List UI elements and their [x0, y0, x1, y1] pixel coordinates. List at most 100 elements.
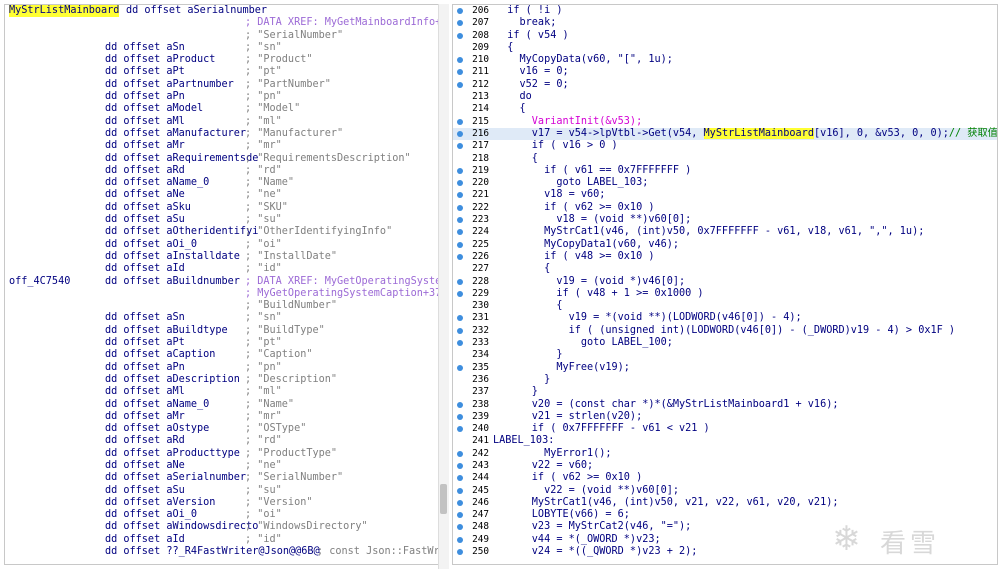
disasm-line[interactable]: dd offset aNe ; "ne"	[5, 460, 439, 472]
disasm-instruction[interactable]: dd offset aSerialnumber	[105, 472, 246, 484]
disasm-instruction[interactable]: dd offset aSn	[105, 312, 185, 324]
breakpoint-dot-icon[interactable]	[457, 278, 463, 285]
disasm-line[interactable]: dd offset aMr ; "mr"	[5, 140, 439, 152]
code-text[interactable]: v22 = v60;	[495, 460, 593, 472]
code-text[interactable]: MyCopyData(v60, "[", 1u);	[495, 54, 673, 66]
breakpoint-dot-icon[interactable]	[457, 81, 463, 88]
code-text[interactable]: }	[495, 386, 538, 398]
code-text[interactable]: v16 = 0;	[495, 66, 569, 78]
breakpoint-dot-icon[interactable]	[457, 32, 463, 39]
disasm-line[interactable]: dd offset aBuildtype ; "BuildType"	[5, 325, 439, 337]
pseudocode-line[interactable]: 222 if ( v62 >= 0x10 )	[453, 202, 997, 214]
pseudocode-line[interactable]: 212 v52 = 0;	[453, 79, 997, 91]
pseudocode-line[interactable]: 209 {	[453, 42, 997, 54]
disasm-line[interactable]: dd offset aDescription ; "Description"	[5, 374, 439, 386]
disasm-line[interactable]: dd offset aPn ; "pn"	[5, 362, 439, 374]
code-text[interactable]: LABEL_103:	[493, 435, 554, 447]
code-text[interactable]: }	[495, 349, 562, 361]
disasm-instruction[interactable]: dd offset aVersion	[105, 497, 215, 509]
code-text[interactable]: do	[495, 91, 532, 103]
disasm-line[interactable]: ; DATA XREF: MyGetMainboardInfo+3	[5, 17, 439, 29]
disasm-line[interactable]: dd offset aRd ; "rd"	[5, 435, 439, 447]
pseudocode-line[interactable]: 210 MyCopyData(v60, "[", 1u);	[453, 54, 997, 66]
code-text[interactable]: if ( v62 >= 0x10 )	[495, 202, 654, 214]
disasm-line[interactable]: dd offset aManufacturer; "Manufacturer"	[5, 128, 439, 140]
breakpoint-dot-icon[interactable]	[457, 549, 463, 556]
disassembly-scrollbar[interactable]	[438, 4, 449, 569]
breakpoint-dot-icon[interactable]	[457, 130, 463, 137]
disasm-line[interactable]: ; "SerialNumber"	[5, 30, 439, 42]
pseudocode-line[interactable]: 240 if ( 0x7FFFFFFF - v61 < v21 )	[453, 423, 997, 435]
disasm-instruction[interactable]: dd offset aRd	[105, 165, 185, 177]
disasm-instruction[interactable]: dd offset aMl	[105, 386, 185, 398]
pseudocode-line[interactable]: 216 v17 = v54->lpVtbl->Get(v54, MyStrLis…	[453, 127, 997, 141]
disasm-instruction[interactable]: dd offset aProduct	[105, 54, 215, 66]
disasm-line[interactable]: dd offset aProducttype ; "ProductType"	[5, 448, 439, 460]
code-text[interactable]: if ( v48 + 1 >= 0x1000 )	[495, 288, 703, 300]
code-text[interactable]: v18 = (void **)v60[0];	[495, 214, 691, 226]
breakpoint-dot-icon[interactable]	[457, 229, 463, 236]
code-text[interactable]: break;	[495, 17, 557, 29]
breakpoint-dot-icon[interactable]	[457, 8, 463, 14]
disasm-line[interactable]: dd offset aVersion ; "Version"	[5, 497, 439, 509]
breakpoint-dot-icon[interactable]	[457, 192, 463, 199]
disasm-line[interactable]: dd offset aMl ; "ml"	[5, 386, 439, 398]
pseudocode-line[interactable]: 218 {	[453, 153, 997, 165]
code-text[interactable]: MyFree(v19);	[495, 362, 630, 374]
disasm-instruction[interactable]: dd offset aPt	[105, 66, 185, 78]
code-text[interactable]: v23 = MyStrCat2(v46, "=");	[495, 521, 691, 533]
pseudocode-line[interactable]: 232 if ( (unsigned int)(LODWORD(v46[0]) …	[453, 325, 997, 337]
pseudocode-line[interactable]: 245 v22 = (void **)v60[0];	[453, 485, 997, 497]
disasm-instruction[interactable]: dd offset aNe	[105, 460, 185, 472]
code-text[interactable]: goto LABEL_103;	[495, 177, 648, 189]
pseudocode-line[interactable]: 211 v16 = 0;	[453, 66, 997, 78]
disasm-line[interactable]: dd offset aSku ; "SKU"	[5, 202, 439, 214]
code-text[interactable]: LOBYTE(v66) = 6;	[495, 509, 630, 521]
disasm-instruction[interactable]: dd offset aRd	[105, 435, 185, 447]
code-text[interactable]: v18 = v60;	[495, 189, 605, 201]
disasm-instruction[interactable]: dd offset aMl	[105, 116, 185, 128]
code-text[interactable]: }	[495, 374, 550, 386]
disasm-line[interactable]: dd offset aPn ; "pn"	[5, 91, 439, 103]
disasm-line[interactable]: off_4C7540 dd offset aBuildnumber ; DATA X…	[5, 276, 439, 288]
disasm-instruction[interactable]: dd offset aName_0	[105, 177, 209, 189]
breakpoint-dot-icon[interactable]	[457, 475, 463, 482]
pseudocode-line[interactable]: 227 {	[453, 263, 997, 275]
breakpoint-dot-icon[interactable]	[457, 512, 463, 519]
xref-comment[interactable]: ; DATA XREF: MyGetOperatingSystem	[245, 276, 439, 288]
breakpoint-dot-icon[interactable]	[457, 20, 463, 27]
scrollbar-thumb[interactable]	[440, 484, 447, 514]
disasm-line[interactable]: dd offset aCaption ; "Caption"	[5, 349, 439, 361]
disasm-line[interactable]: dd offset ??_R4FastWriter@Json@@6B@; con…	[5, 546, 439, 558]
pseudocode-line[interactable]: 214 {	[453, 103, 997, 115]
code-text[interactable]: if ( 0x7FFFFFFF - v61 < v21 )	[495, 423, 710, 435]
breakpoint-dot-icon[interactable]	[457, 462, 463, 469]
pseudocode-line[interactable]: 238 v20 = (const char *)*(&MyStrListMain…	[453, 399, 997, 411]
xref-comment[interactable]: ; DATA XREF: MyGetMainboardInfo+3	[245, 17, 439, 29]
breakpoint-dot-icon[interactable]	[457, 536, 463, 543]
code-text[interactable]: {	[495, 153, 538, 165]
breakpoint-dot-icon[interactable]	[457, 499, 463, 506]
disasm-line[interactable]: ; MyGetOperatingSystemCaption+372	[5, 288, 439, 300]
breakpoint-dot-icon[interactable]	[457, 253, 463, 260]
pseudocode-line[interactable]: 244 if ( v62 >= 0x10 )	[453, 472, 997, 484]
breakpoint-dot-icon[interactable]	[457, 364, 463, 371]
disasm-line[interactable]: dd offset aInstalldate ; "InstallDate"	[5, 251, 439, 263]
breakpoint-dot-icon[interactable]	[457, 450, 463, 457]
disasm-instruction[interactable]: dd offset aNe	[105, 189, 185, 201]
breakpoint-dot-icon[interactable]	[457, 413, 463, 420]
disasm-instruction[interactable]: dd offset aId	[105, 263, 185, 275]
disasm-line[interactable]: dd offset aOi_0 ; "oi"	[5, 239, 439, 251]
pseudocode-line[interactable]: 224 MyStrCat1(v46, (int)v50, 0x7FFFFFFF …	[453, 226, 997, 238]
pseudocode-line[interactable]: 242 MyError1();	[453, 448, 997, 460]
breakpoint-dot-icon[interactable]	[457, 426, 463, 433]
disasm-instruction[interactable]: dd offset aOi_0	[105, 239, 197, 251]
code-text[interactable]: if ( (unsigned int)(LODWORD(v46[0]) - (_…	[495, 325, 955, 337]
pseudocode-line[interactable]: 235 MyFree(v19);	[453, 362, 997, 374]
disasm-line[interactable]: dd offset aRequirementsde; "Requirements…	[5, 153, 439, 165]
disasm-instruction[interactable]: dd offset aMr	[105, 411, 185, 423]
code-text[interactable]: v19 = *(void **)(LODWORD(v46[0]) - 4);	[495, 312, 802, 324]
disasm-instruction[interactable]: dd offset aName_0	[105, 399, 209, 411]
code-text[interactable]: VariantInit(&v53);	[495, 116, 642, 128]
disasm-line[interactable]: dd offset aSu ; "su"	[5, 214, 439, 226]
